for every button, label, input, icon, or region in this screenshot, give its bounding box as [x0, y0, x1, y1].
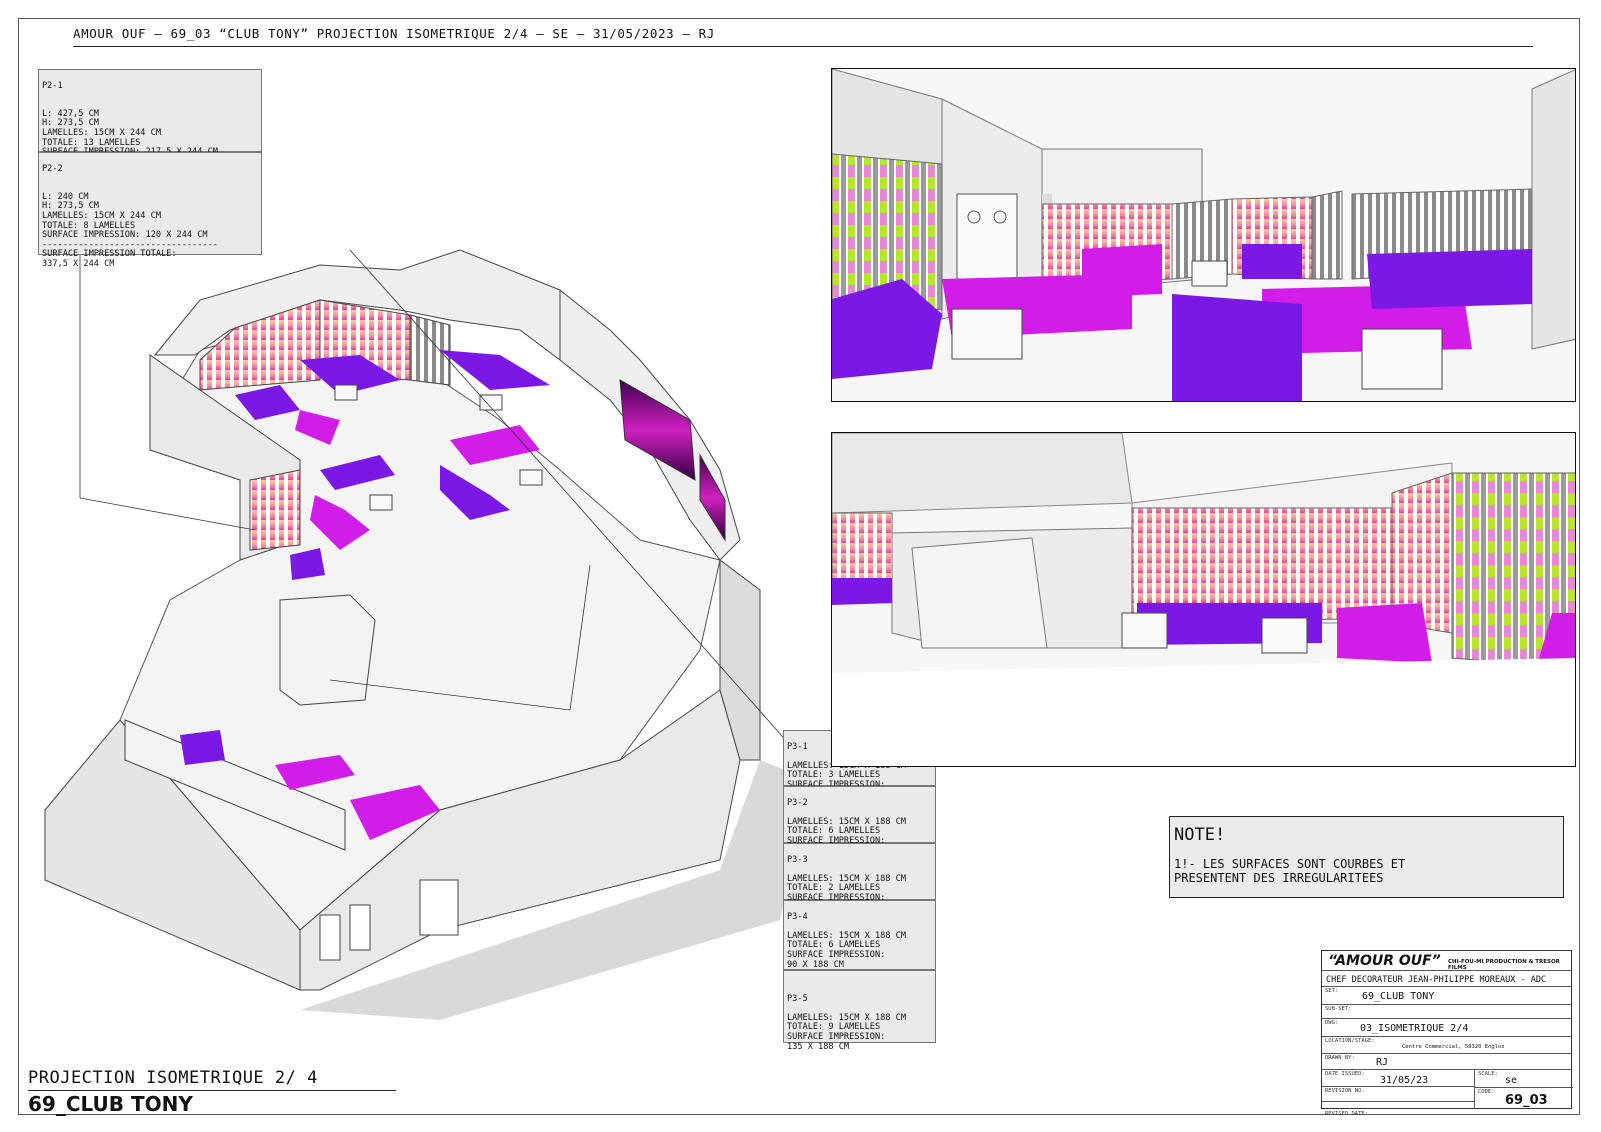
note-title: P3-4 — [787, 911, 808, 922]
note-p3-4: P3-4 LAMELLES: 15CM X 188 CM TOTALE: 6 L… — [783, 900, 936, 970]
tb-production: CHI-FOU-MI PRODUCTION & TRESOR FILMS — [1448, 959, 1560, 971]
render-view-bottom — [831, 432, 1576, 767]
note-body: LAMELLES: 15CM X 188 CM TOTALE: 6 LAMELL… — [787, 930, 906, 970]
double-door[interactable] — [419, 879, 459, 936]
note-title: P2-2 — [42, 163, 63, 174]
note-title: P3-3 — [787, 854, 808, 865]
tb-drawn-label: DRAWN BY: — [1325, 1055, 1355, 1061]
slat-wall-p3-1 — [249, 469, 301, 551]
tb-brand-row: “AMOUR OUF” CHI-FOU-MI PRODUCTION & TRES… — [1322, 951, 1571, 971]
note-panel-title: NOTE! — [1174, 825, 1226, 845]
note-panel-body: 1!- LES SURFACES SONT COURBES ET PRESENT… — [1174, 857, 1406, 885]
tb-subset-row: SUB-SET: — [1322, 1005, 1571, 1019]
tb-drawn-row: DRAWN BY: RJ — [1322, 1054, 1571, 1070]
tb-date-value: 31/05/23 — [1380, 1075, 1429, 1086]
note-title: P3-5 — [787, 993, 808, 1004]
door[interactable] — [319, 914, 341, 961]
tb-subset-label: SUB-SET: — [1325, 1006, 1352, 1012]
tb-code-value: 69_03 — [1505, 1093, 1548, 1108]
tb-set-row: SET: 69_CLUB TONY — [1322, 987, 1571, 1005]
tb-scale-label: SCALE: — [1478, 1071, 1498, 1077]
render-view-top — [831, 68, 1576, 402]
tb-date-row: DATE ISSUED: 31/05/23 — [1322, 1070, 1474, 1087]
note-p2-1: P2-1 L: 427,5 CM H: 273,5 CM LAMELLES: 1… — [38, 69, 262, 157]
grey-slat-wall — [409, 314, 451, 386]
note-body: L: 240 CM H: 273,5 CM LAMELLES: 15CM X 2… — [42, 191, 218, 269]
tb-dwg-row: DWG: 03_ISOMETRIQUE 2/4 — [1322, 1019, 1571, 1037]
render-view-top-image — [832, 69, 1575, 401]
tb-revised-row: REVISED DATE: — [1325, 1100, 1368, 1119]
tb-revision-label: REVISION NO. — [1325, 1088, 1365, 1094]
tb-scale-cell: SCALE: se — [1474, 1070, 1573, 1088]
tb-revised-label: REVISED DATE: — [1325, 1111, 1369, 1117]
tb-scale-value: se — [1505, 1075, 1518, 1086]
note-p3-3: P3-3 LAMELLES: 15CM X 188 CM TOTALE: 2 L… — [783, 843, 936, 912]
tb-dwg-label: DWG: — [1325, 1020, 1339, 1026]
note-panel: NOTE! 1!- LES SURFACES SONT COURBES ET P… — [1169, 816, 1564, 898]
note-p3-5: P3-5 LAMELLES: 15CM X 188 CM TOTALE: 9 L… — [783, 970, 936, 1051]
tb-location-value: Centre Commercial, 59320 Englos — [1402, 1044, 1505, 1050]
tb-brand: “AMOUR OUF” — [1328, 953, 1441, 969]
note-title: P3-2 — [787, 797, 808, 808]
tb-code-label: CODE: — [1478, 1089, 1495, 1095]
tb-location-label: LOCATION/STAGE: — [1325, 1038, 1375, 1044]
note-body: LAMELLES: 15CM X 188 CM TOTALE: 9 LAMELL… — [787, 1012, 906, 1052]
note-title: P2-1 — [42, 80, 63, 91]
leader-line — [79, 497, 256, 531]
tb-date-label: DATE ISSUED: — [1325, 1071, 1365, 1077]
projection-label: PROJECTION ISOMETRIQUE 2/ 4 — [28, 1068, 318, 1088]
tb-code-cell: CODE: 69_03 — [1474, 1088, 1573, 1109]
bar-counter — [279, 594, 376, 706]
set-name: 69_CLUB TONY — [28, 1092, 193, 1116]
tb-set-label: SET: — [1325, 988, 1339, 994]
tb-chef: CHEF DECORATEUR JEAN-PHILIPPE MOREAUX - … — [1326, 975, 1547, 985]
door[interactable] — [349, 904, 371, 951]
note-p2-2: P2-2 L: 240 CM H: 273,5 CM LAMELLES: 15C… — [38, 152, 262, 269]
tb-set-value: 69_CLUB TONY — [1362, 991, 1435, 1002]
render-view-bottom-image — [832, 433, 1575, 766]
tb-dwg-value: 03_ISOMETRIQUE 2/4 — [1360, 1023, 1469, 1034]
note-body: L: 427,5 CM H: 273,5 CM LAMELLES: 15CM X… — [42, 108, 218, 157]
title-block: “AMOUR OUF” CHI-FOU-MI PRODUCTION & TRES… — [1321, 950, 1573, 1117]
projection-rule — [28, 1090, 396, 1091]
note-p3-2: P3-2 LAMELLES: 15CM X 188 CM TOTALE: 6 L… — [783, 786, 936, 855]
tb-drawn-value: RJ — [1376, 1057, 1389, 1068]
tb-location-row: LOCATION/STAGE: Centre Commercial, 59320… — [1322, 1037, 1571, 1054]
tb-chef-row: CHEF DECORATEUR JEAN-PHILIPPE MOREAUX - … — [1322, 971, 1571, 987]
